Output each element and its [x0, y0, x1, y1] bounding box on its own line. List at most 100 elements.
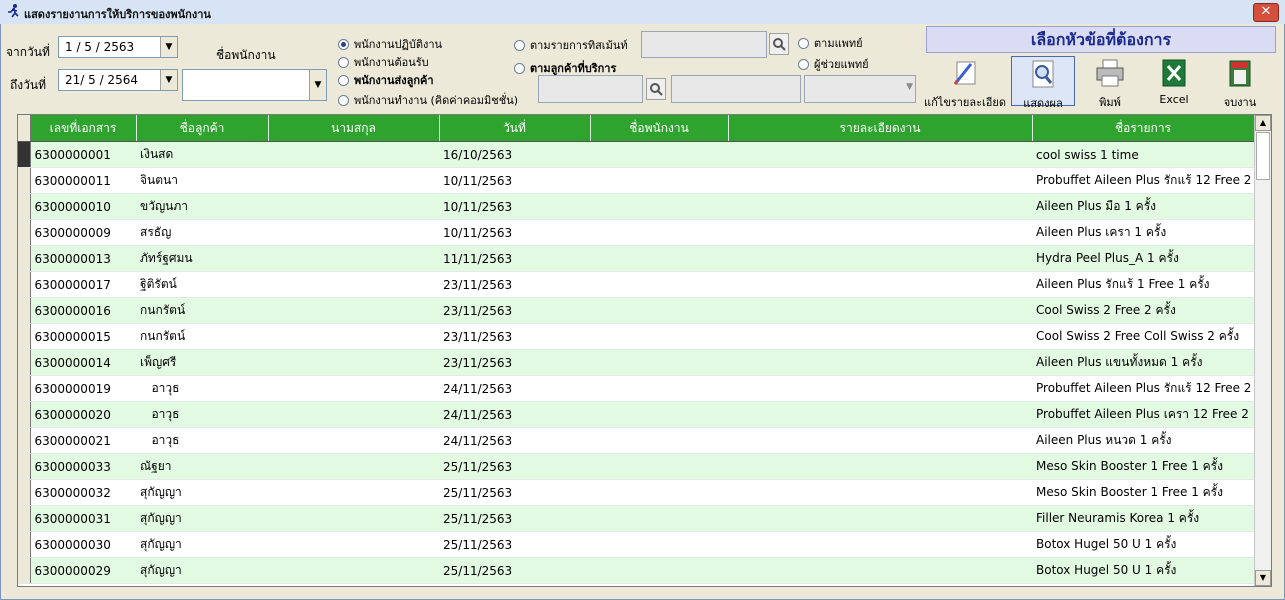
table-cell[interactable] [728, 349, 1032, 376]
customer-name-field[interactable] [671, 75, 801, 103]
row-indicator[interactable] [18, 271, 31, 298]
table-cell[interactable] [590, 167, 728, 194]
table-cell[interactable] [728, 323, 1032, 350]
column-header[interactable]: วันที่ [439, 115, 591, 142]
column-header[interactable]: นามสกุล [268, 115, 440, 142]
table-row[interactable]: 6300000033 ณัฐยา 25/11/2563 Meso Skin Boost… [18, 453, 1254, 480]
table-cell[interactable] [590, 349, 728, 376]
table-cell[interactable]: Aileen Plus แขนทั้งหมด 1 ครั้ง [1032, 349, 1254, 376]
row-indicator[interactable] [18, 297, 31, 324]
table-cell[interactable] [728, 245, 1032, 272]
table-row[interactable]: 6300000030 สุกัญญา 25/11/2563 Botox Hugel 5… [18, 531, 1254, 558]
table-cell[interactable]: Aileen Plus รักแร้ 1 Free 1 ครั้ง [1032, 271, 1254, 298]
table-cell[interactable]: Hydra Peel Plus_A 1 ครั้ง [1032, 245, 1254, 272]
table-row[interactable]: 6300000014 เพ็ญศรี 23/11/2563 Aileen Plus แ… [18, 349, 1254, 376]
table-row[interactable]: 6300000029 สุกัญญา 25/11/2563 Botox Hugel 5… [18, 557, 1254, 584]
table-cell[interactable]: Meso Skin Booster 1 Free 1 ครั้ง [1032, 479, 1254, 506]
row-indicator[interactable] [18, 557, 31, 584]
column-header[interactable]: เลขที่เอกสาร [30, 115, 137, 142]
search-customer-button[interactable] [646, 78, 666, 100]
table-cell[interactable] [590, 375, 728, 402]
row-indicator[interactable] [18, 245, 31, 272]
vertical-scrollbar[interactable]: ▲ ▼ [1254, 115, 1271, 586]
table-cell[interactable]: 25/11/2563 [439, 453, 590, 480]
table-cell[interactable]: ขวัญนภา [136, 193, 268, 220]
exit-button[interactable]: จบงาน [1212, 56, 1268, 109]
table-row[interactable]: 6300000013 ภัทร์ฐศมน 11/11/2563 Hydra Peel … [18, 245, 1254, 272]
row-indicator[interactable] [18, 167, 31, 194]
table-cell[interactable]: เพ็ญศรี [136, 349, 268, 376]
table-cell[interactable]: 25/11/2563 [439, 479, 590, 506]
customer-code-field[interactable] [538, 75, 643, 103]
radio-icon[interactable] [338, 94, 349, 106]
table-cell[interactable]: 24/11/2563 [439, 401, 590, 428]
table-cell[interactable]: สุกัญญา [136, 479, 268, 506]
close-button[interactable]: ✕ [1253, 3, 1279, 22]
table-row[interactable]: 6300000009 สรธัญ 10/11/2563 Aileen Plus เคร… [18, 219, 1254, 246]
radio-icon[interactable] [514, 62, 525, 74]
table-cell[interactable]: 10/11/2563 [439, 193, 590, 220]
table-cell[interactable] [728, 271, 1032, 298]
table-cell[interactable]: Filler Neuramis Korea 1 ครั้ง [1032, 505, 1254, 532]
table-cell[interactable]: 6300000009 [30, 219, 136, 246]
table-cell[interactable]: สรธัญ [136, 219, 268, 246]
doctor-select[interactable]: ▼ [804, 75, 916, 103]
table-cell[interactable] [728, 557, 1032, 584]
radio-by-doctor[interactable]: ตามแพทย์ [798, 34, 863, 52]
table-cell[interactable]: 6300000001 [30, 141, 136, 168]
table-cell[interactable]: 6300000019 [30, 375, 136, 402]
radio-icon[interactable] [798, 37, 809, 49]
table-cell[interactable]: สุกัญญา [136, 531, 268, 558]
radio-icon[interactable] [798, 58, 809, 70]
column-header[interactable]: รายละเอียดงาน [728, 115, 1033, 142]
radio-reception-staff[interactable]: พนักงานต้อนรับ [338, 53, 429, 71]
table-cell[interactable] [590, 141, 728, 168]
table-row[interactable]: 6300000021 อาวุธ 24/11/2563 Aileen Plus หน… [18, 427, 1254, 454]
radio-icon[interactable] [338, 56, 349, 68]
row-indicator[interactable] [18, 349, 31, 376]
table-cell[interactable]: Meso Skin Booster 1 Free 1 ครั้ง [1032, 453, 1254, 480]
treatment-field[interactable] [641, 31, 767, 58]
table-cell[interactable] [268, 323, 439, 350]
table-cell[interactable]: 16/10/2563 [439, 141, 590, 168]
table-cell[interactable] [590, 505, 728, 532]
excel-button[interactable]: Excel [1148, 56, 1200, 106]
table-cell[interactable]: Aileen Plus มือ 1 ครั้ง [1032, 193, 1254, 220]
table-cell[interactable] [728, 453, 1032, 480]
table-cell[interactable]: 6300000020 [30, 401, 136, 428]
scroll-down-icon[interactable]: ▼ [1255, 570, 1271, 586]
table-cell[interactable] [728, 401, 1032, 428]
radio-icon[interactable] [514, 39, 525, 51]
radio-delivery-staff[interactable]: พนักงานส่งลูกค้า [338, 71, 434, 89]
table-row[interactable]: 6300000016 กนกรัตน์ 23/11/2563 Cool Swiss 2… [18, 297, 1254, 324]
table-row[interactable]: 6300000017 ฐิติรัตน์ 23/11/2563 Aileen Plus… [18, 271, 1254, 298]
row-indicator[interactable] [18, 479, 31, 506]
table-cell[interactable]: ภัทร์ฐศมน [136, 245, 268, 272]
table-cell[interactable]: 23/11/2563 [439, 323, 590, 350]
table-cell[interactable]: 6300000031 [30, 505, 136, 532]
row-indicator[interactable] [18, 323, 31, 350]
table-row[interactable]: 6300000020 อาวุธ 24/11/2563 Probuffet Aile… [18, 401, 1254, 428]
chevron-down-icon[interactable]: ▼ [160, 37, 177, 57]
report-grid[interactable]: เลขที่เอกสาร ชื่อลูกค้า นามสกุล วันที่ ช… [17, 114, 1272, 587]
table-cell[interactable] [268, 349, 439, 376]
radio-by-treatment[interactable]: ตามรายการทิสเม้นท์ [514, 36, 628, 54]
table-cell[interactable] [268, 401, 439, 428]
table-cell[interactable]: 6300000015 [30, 323, 136, 350]
table-cell[interactable]: กนกรัตน์ [136, 323, 268, 350]
row-indicator[interactable] [18, 453, 31, 480]
table-cell[interactable]: 6300000032 [30, 479, 136, 506]
table-cell[interactable] [268, 479, 439, 506]
table-cell[interactable] [590, 271, 728, 298]
search-treatment-button[interactable] [769, 33, 789, 55]
table-cell[interactable] [590, 323, 728, 350]
column-header[interactable]: ชื่อรายการ [1032, 115, 1255, 142]
table-cell[interactable] [268, 167, 439, 194]
table-cell[interactable]: 6300000016 [30, 297, 136, 324]
table-cell[interactable] [268, 297, 439, 324]
table-cell[interactable]: กนกรัตน์ [136, 297, 268, 324]
table-cell[interactable] [590, 193, 728, 220]
table-cell[interactable]: Cool Swiss 2 Free Coll Swiss 2 ครั้ง [1032, 323, 1254, 350]
table-row[interactable]: 6300000011 จินตนา 10/11/2563 Probuffet Aile… [18, 167, 1254, 194]
table-row[interactable]: 6300000031 สุกัญญา 25/11/2563 Filler Neuram… [18, 505, 1254, 532]
